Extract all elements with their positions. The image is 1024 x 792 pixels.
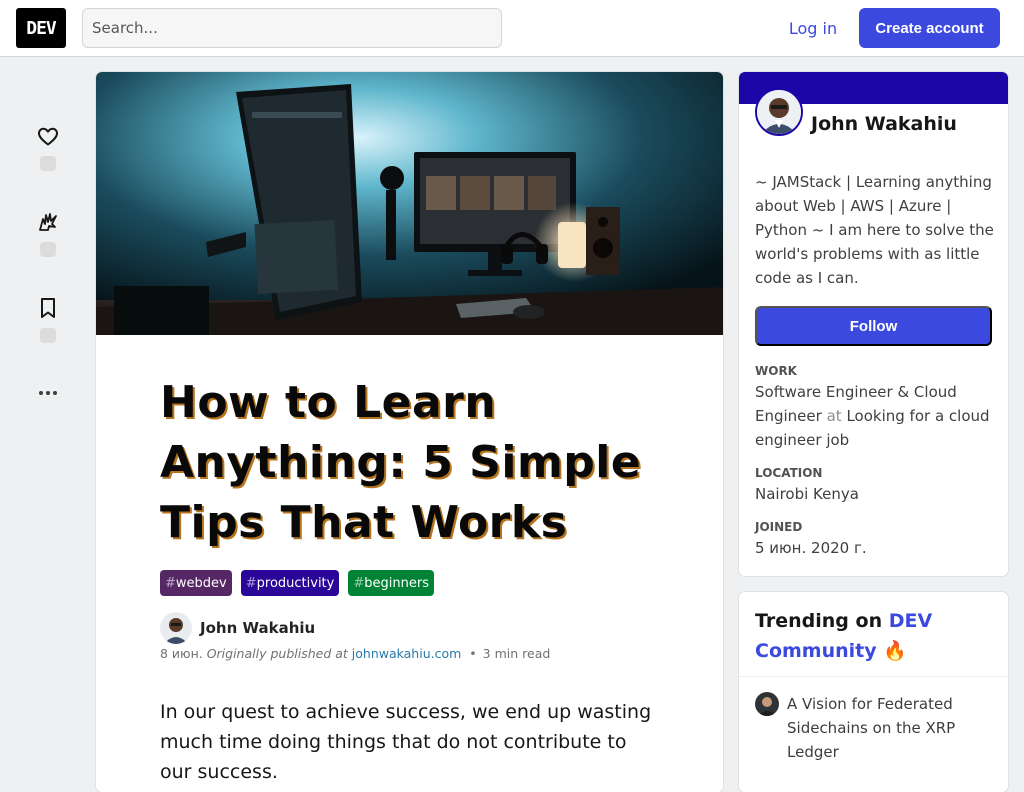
author-name[interactable]: John Wakahiu bbox=[200, 619, 315, 637]
heart-count bbox=[40, 156, 56, 171]
author-avatar[interactable] bbox=[160, 612, 192, 644]
trending-item[interactable]: A Vision for Federated Sidechains on the… bbox=[755, 692, 995, 764]
article-intro: In our quest to achieve success, we end … bbox=[160, 701, 652, 783]
profile-bio: ~ JAMStack | Learning anything about Web… bbox=[755, 173, 994, 287]
unicorn-count bbox=[40, 242, 56, 257]
article-meta: 8 июн. Originally published at johnwakah… bbox=[160, 646, 660, 661]
article-body: How to Learn Anything: 5 Simple Tips Tha… bbox=[160, 335, 660, 787]
top-navigation-bar: DEV Log in Create account bbox=[0, 0, 1024, 57]
search-input[interactable] bbox=[82, 8, 502, 48]
originally-published-text: Originally published at bbox=[206, 646, 348, 661]
post-date: 8 июн. bbox=[160, 646, 203, 661]
fire-icon: 🔥 bbox=[883, 640, 907, 662]
trending-heading: Trending on DEV Community 🔥 bbox=[755, 610, 933, 662]
cover-image bbox=[96, 72, 723, 335]
follow-button[interactable]: Follow bbox=[755, 306, 992, 346]
trending-card: Trending on DEV Community 🔥 A Vision for… bbox=[739, 592, 1008, 792]
meta-separator: • bbox=[469, 646, 477, 661]
more-icon bbox=[39, 391, 57, 395]
bookmark-icon bbox=[41, 298, 55, 318]
tag-productivity[interactable]: # productivity bbox=[240, 570, 340, 596]
author-profile-card: John Wakahiu ~ JAMStack | Learning anyth… bbox=[739, 72, 1008, 576]
joined-label: JOINED bbox=[755, 520, 803, 534]
profile-name[interactable]: John Wakahiu bbox=[811, 113, 957, 135]
profile-avatar[interactable] bbox=[755, 88, 803, 136]
bookmark-button[interactable] bbox=[34, 296, 62, 343]
login-link[interactable]: Log in bbox=[776, 8, 850, 48]
heart-reaction-button[interactable] bbox=[34, 124, 62, 171]
location-label: LOCATION bbox=[755, 466, 823, 480]
article-card: How to Learn Anything: 5 Simple Tips Tha… bbox=[96, 72, 723, 792]
author-byline: John Wakahiu bbox=[160, 612, 660, 644]
source-link[interactable]: johnwakahiu.com bbox=[352, 646, 462, 661]
heart-icon bbox=[38, 127, 58, 146]
bookmark-count bbox=[40, 328, 56, 343]
divider bbox=[739, 676, 1008, 677]
read-time: 3 min read bbox=[482, 646, 551, 661]
unicorn-icon bbox=[39, 213, 57, 231]
unicorn-reaction-button[interactable] bbox=[34, 210, 62, 257]
tag-beginners[interactable]: # beginners bbox=[348, 570, 434, 596]
article-title: How to Learn Anything: 5 Simple Tips Tha… bbox=[160, 377, 642, 548]
work-value: Software Engineer & Cloud Engineer at Lo… bbox=[755, 383, 990, 449]
tag-list: # webdev # productivity # beginners bbox=[160, 570, 660, 596]
joined-value: 5 июн. 2020 г. bbox=[755, 539, 867, 557]
more-options-button[interactable] bbox=[34, 381, 62, 405]
create-account-button[interactable]: Create account bbox=[859, 8, 1000, 48]
location-value: Nairobi Kenya bbox=[755, 485, 859, 503]
work-label: WORK bbox=[755, 364, 797, 378]
tag-webdev[interactable]: # webdev bbox=[160, 570, 232, 596]
trending-author-avatar bbox=[755, 692, 779, 716]
trending-item-title[interactable]: A Vision for Federated Sidechains on the… bbox=[787, 692, 995, 764]
dev-logo[interactable]: DEV bbox=[16, 8, 66, 48]
